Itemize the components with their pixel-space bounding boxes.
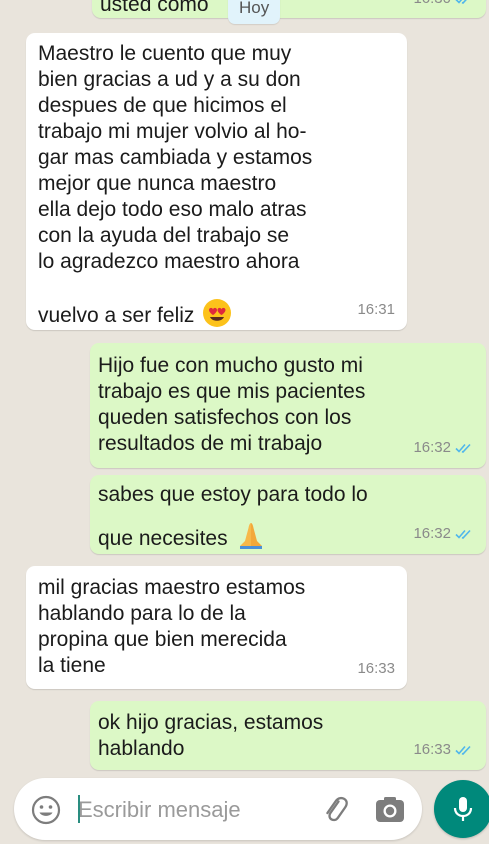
microphone-icon	[453, 797, 473, 821]
read-receipt-icon	[455, 0, 467, 4]
voice-message-button[interactable]	[434, 780, 489, 838]
message-time: 16:30	[413, 0, 451, 12]
message-text: ok hijo gracias, estamos hablando	[98, 711, 324, 760]
message-bubble-outgoing[interactable]: Hijo fue con mucho gusto mi trabajo es q…	[90, 343, 486, 468]
message-bubble-outgoing[interactable]: sabes que estoy para todo lo que necesit…	[90, 475, 486, 554]
message-bubble-outgoing[interactable]: usted como 16:30	[92, 0, 486, 18]
read-receipt-icon	[455, 443, 471, 453]
message-text-last-line: que necesites	[98, 519, 267, 552]
message-text: que necesites	[98, 527, 228, 550]
message-text: sabes que estoy para todo lo	[98, 483, 368, 506]
message-meta: 16:31	[357, 297, 395, 323]
message-bubble-incoming[interactable]: mil gracias maestro estamos hablando par…	[26, 566, 407, 689]
attach-clip-icon[interactable]	[320, 794, 352, 826]
message-time: 16:32	[413, 525, 451, 542]
message-time: 16:31	[357, 301, 395, 318]
message-text: mil gracias maestro estamos hablando par…	[38, 576, 306, 677]
message-time: 16:32	[413, 439, 451, 456]
message-meta: 16:33	[413, 737, 474, 763]
read-receipt-icon	[455, 529, 471, 539]
message-text: usted como	[100, 0, 209, 16]
message-meta: 16:32	[413, 435, 474, 461]
emoji-picker-icon[interactable]	[30, 794, 62, 826]
message-bubble-outgoing[interactable]: ok hijo gracias, estamos hablando 16:33	[90, 701, 486, 770]
message-input[interactable]	[76, 792, 290, 828]
message-text: Maestro le cuento que muy bien gracias a…	[38, 42, 313, 273]
message-bubble-incoming[interactable]: Maestro le cuento que muy bien gracias a…	[26, 33, 407, 330]
message-meta: 16:32	[413, 521, 474, 547]
message-time: 16:33	[357, 660, 395, 677]
message-composer	[14, 778, 422, 840]
heart-eyes-emoji-icon	[203, 299, 232, 327]
message-time: 16:33	[413, 741, 451, 758]
camera-icon[interactable]	[374, 794, 406, 826]
message-meta: 16:33	[357, 656, 395, 682]
folded-hands-emoji-icon	[240, 523, 263, 549]
message-text-last-line: vuelvo a ser feliz	[38, 298, 232, 329]
day-separator-chip: Hoy	[228, 0, 281, 24]
text-cursor	[78, 795, 80, 823]
message-text: Hijo fue con mucho gusto mi trabajo es q…	[98, 354, 366, 455]
message-meta: 16:30	[413, 0, 474, 12]
read-receipt-icon	[455, 745, 471, 755]
message-text: vuelvo a ser feliz	[38, 304, 195, 327]
